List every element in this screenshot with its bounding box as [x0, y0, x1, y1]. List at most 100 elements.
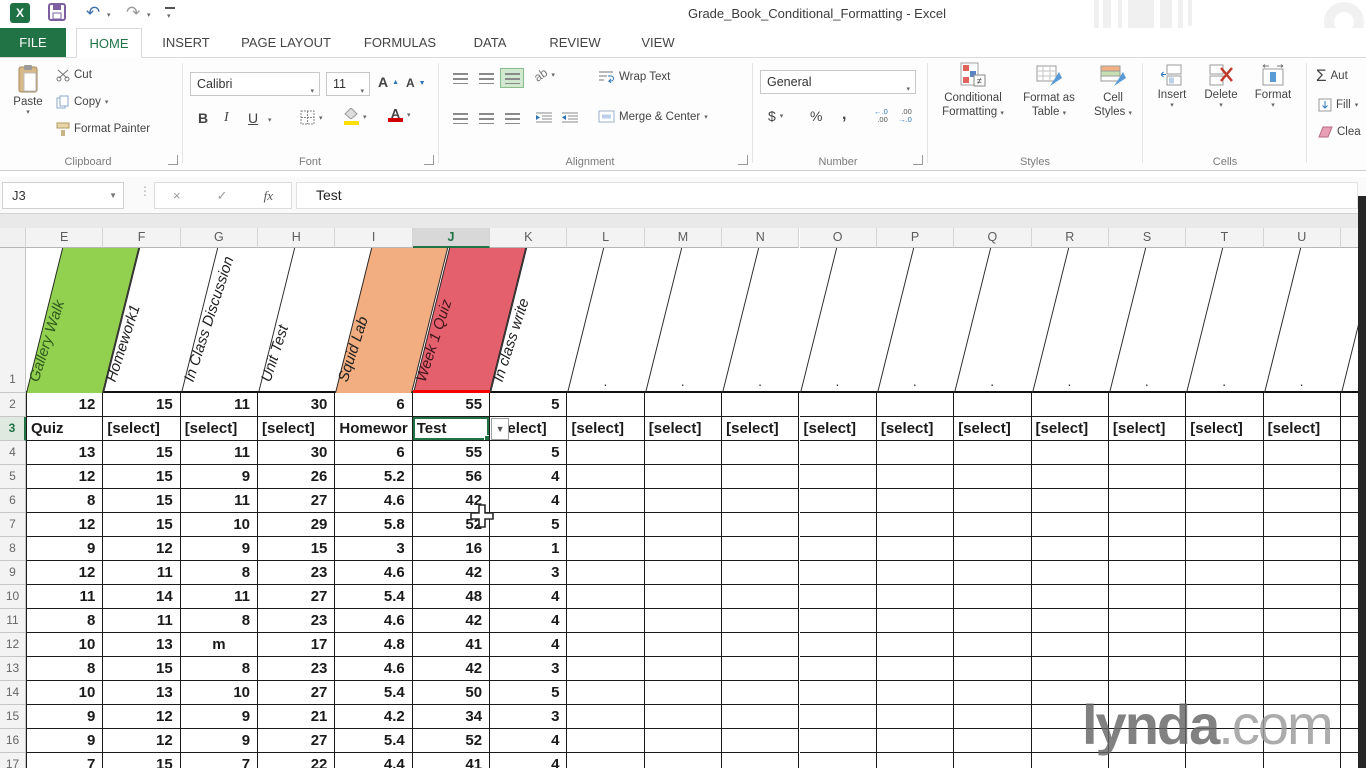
- cell-Q11[interactable]: [954, 609, 1032, 633]
- cell-O13[interactable]: [799, 657, 877, 681]
- cell-R13[interactable]: [1031, 657, 1109, 681]
- col-header-F[interactable]: F: [103, 228, 181, 248]
- cell-T3[interactable]: [select]: [1186, 417, 1264, 441]
- cell-G13[interactable]: 8: [180, 657, 259, 681]
- cell-T5[interactable]: [1186, 465, 1264, 489]
- cell-Q9[interactable]: [954, 561, 1032, 585]
- cell-O15[interactable]: [799, 705, 877, 729]
- cell-O10[interactable]: [799, 585, 877, 609]
- cell-M11[interactable]: [644, 609, 723, 633]
- row-header-17[interactable]: 17: [0, 753, 26, 768]
- cell-L17[interactable]: [567, 753, 645, 768]
- cell-N11[interactable]: [722, 609, 800, 633]
- cell-G5[interactable]: 9: [180, 465, 259, 489]
- cell-partial8[interactable]: [1340, 537, 1359, 561]
- font-color-button[interactable]: A ▾: [388, 107, 411, 122]
- decrease-decimal-button[interactable]: .00 →.0: [898, 108, 912, 124]
- cell-H11[interactable]: 23: [258, 609, 336, 633]
- tab-data[interactable]: DATA: [458, 28, 522, 57]
- copy-button[interactable]: Copy ▾: [56, 95, 108, 109]
- cell-P16[interactable]: [876, 729, 955, 753]
- cell-E13[interactable]: 8: [26, 657, 104, 681]
- cell-L15[interactable]: [567, 705, 645, 729]
- cell-R7[interactable]: [1031, 513, 1109, 537]
- col-header-G[interactable]: G: [180, 228, 259, 248]
- cell-U5[interactable]: [1263, 465, 1341, 489]
- cell-O12[interactable]: [799, 633, 877, 657]
- cell-T10[interactable]: [1186, 585, 1264, 609]
- cell-R9[interactable]: [1031, 561, 1109, 585]
- cell-O9[interactable]: [799, 561, 877, 585]
- cell-I9[interactable]: 4.6: [335, 561, 413, 585]
- cell-E16[interactable]: 9: [26, 729, 104, 753]
- align-bottom-button[interactable]: [500, 68, 524, 88]
- cell-Q8[interactable]: [954, 537, 1032, 561]
- cell-T11[interactable]: [1186, 609, 1264, 633]
- cell-L8[interactable]: [567, 537, 645, 561]
- col-header-H[interactable]: H: [258, 228, 336, 248]
- cell-P7[interactable]: [876, 513, 955, 537]
- row-header-16[interactable]: 16: [0, 729, 26, 753]
- cell-G9[interactable]: 8: [180, 561, 259, 585]
- col-header-O[interactable]: O: [799, 228, 877, 248]
- underline-dropdown-icon[interactable]: ▾: [268, 116, 272, 124]
- row-header-3[interactable]: 3: [0, 417, 26, 441]
- grow-font-button[interactable]: A ▲: [378, 74, 399, 90]
- col-header-K[interactable]: K: [490, 228, 568, 248]
- cell-H2[interactable]: 30: [258, 393, 336, 417]
- cell-H12[interactable]: 17: [258, 633, 336, 657]
- cell-S3[interactable]: [select]: [1108, 417, 1187, 441]
- cell-partial4[interactable]: [1340, 441, 1359, 465]
- cell-U13[interactable]: [1263, 657, 1341, 681]
- cell-F9[interactable]: 11: [103, 561, 181, 585]
- cell-Q12[interactable]: [954, 633, 1032, 657]
- cell-I14[interactable]: 5.4: [335, 681, 413, 705]
- save-icon[interactable]: [48, 3, 66, 21]
- cancel-entry-icon[interactable]: ×: [173, 188, 181, 203]
- cell-E4[interactable]: 13: [26, 441, 104, 465]
- cell-E15[interactable]: 9: [26, 705, 104, 729]
- cell-M3[interactable]: [select]: [644, 417, 723, 441]
- cell-L7[interactable]: [567, 513, 645, 537]
- cell-P9[interactable]: [876, 561, 955, 585]
- cell-O7[interactable]: [799, 513, 877, 537]
- delete-button[interactable]: Delete ▾: [1198, 64, 1244, 109]
- cell-J4[interactable]: 55: [412, 441, 491, 465]
- row-header-8[interactable]: 8: [0, 537, 26, 561]
- cell-O6[interactable]: [799, 489, 877, 513]
- cell-P2[interactable]: [876, 393, 955, 417]
- cell-partial14[interactable]: [1340, 681, 1359, 705]
- cell-S11[interactable]: [1108, 609, 1187, 633]
- cell-M2[interactable]: [644, 393, 723, 417]
- cell-J2[interactable]: 55: [412, 393, 491, 417]
- cell-E9[interactable]: 12: [26, 561, 104, 585]
- cell-M16[interactable]: [644, 729, 723, 753]
- shrink-font-button[interactable]: A ▼: [406, 76, 426, 90]
- cell-E12[interactable]: 10: [26, 633, 104, 657]
- italic-button[interactable]: I: [224, 110, 229, 126]
- col-header-J[interactable]: J: [412, 228, 491, 248]
- cell-E8[interactable]: 9: [26, 537, 104, 561]
- cell-P14[interactable]: [876, 681, 955, 705]
- cell-N5[interactable]: [722, 465, 800, 489]
- cell-O4[interactable]: [799, 441, 877, 465]
- col-header-I[interactable]: I: [335, 228, 413, 248]
- cell-Q13[interactable]: [954, 657, 1032, 681]
- cell-H4[interactable]: 30: [258, 441, 336, 465]
- name-box[interactable]: J3 ▼: [2, 182, 124, 209]
- cell-K15[interactable]: 3: [490, 705, 568, 729]
- cell-partial9[interactable]: [1340, 561, 1359, 585]
- cell-R6[interactable]: [1031, 489, 1109, 513]
- cell-T13[interactable]: [1186, 657, 1264, 681]
- cell-F6[interactable]: 15: [103, 489, 181, 513]
- row-header-10[interactable]: 10: [0, 585, 26, 609]
- cell-S12[interactable]: [1108, 633, 1187, 657]
- cell-S8[interactable]: [1108, 537, 1187, 561]
- cell-S2[interactable]: [1108, 393, 1187, 417]
- cell-G11[interactable]: 8: [180, 609, 259, 633]
- cell-I3[interactable]: Homewor: [335, 417, 413, 441]
- cell-J14[interactable]: 50: [412, 681, 491, 705]
- cell-F11[interactable]: 11: [103, 609, 181, 633]
- cell-M12[interactable]: [644, 633, 723, 657]
- orientation-button[interactable]: ab ▾: [531, 65, 555, 84]
